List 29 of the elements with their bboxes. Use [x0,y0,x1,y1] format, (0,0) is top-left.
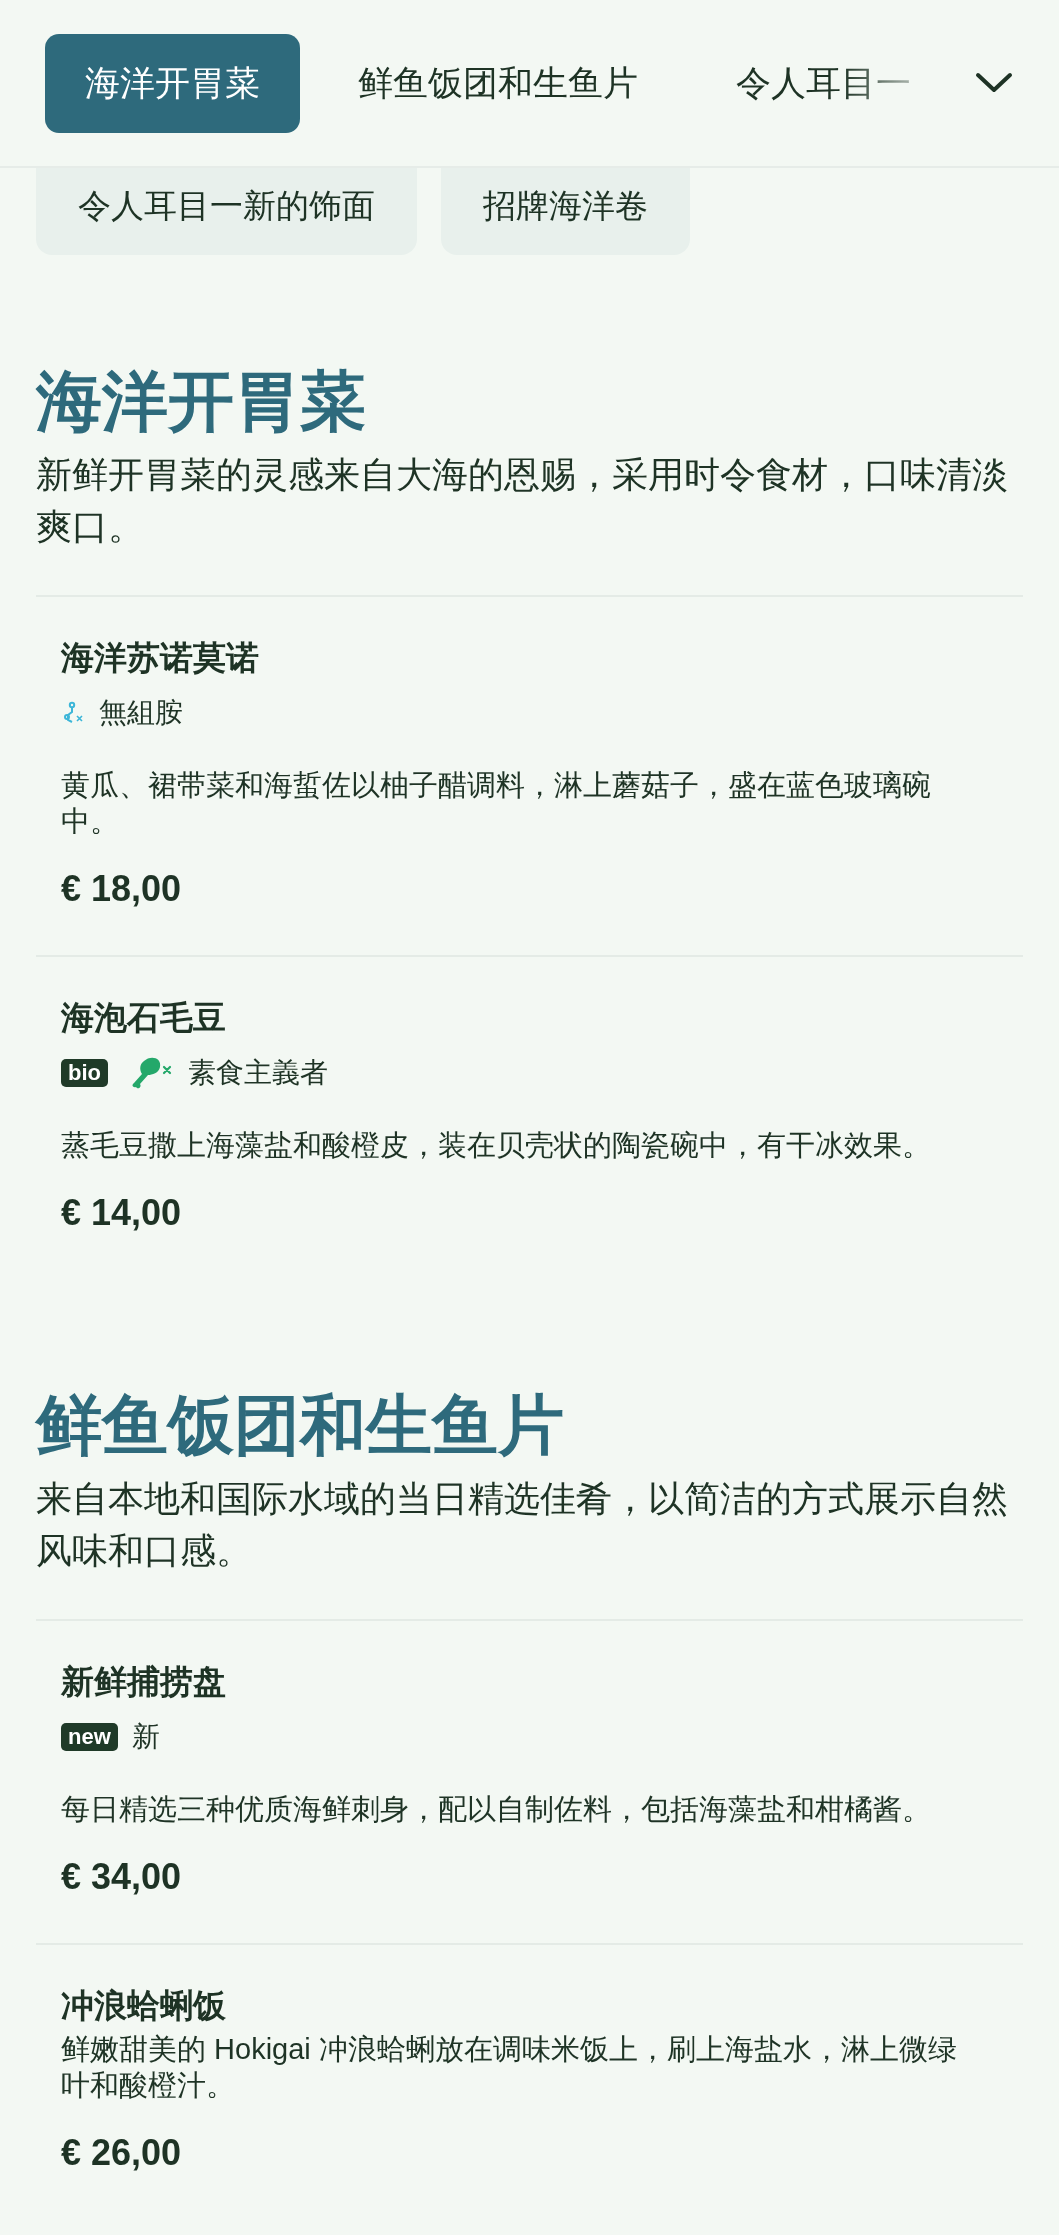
dish-description: 蒸毛豆撒上海藻盐和酸橙皮，装在贝壳状的陶瓷碗中，有干冰效果。 [61,1128,932,1163]
dish-price: € 14,00 [61,1191,183,1235]
category-chip[interactable]: 招牌海洋卷 [441,168,690,255]
section-description: 来自本地和国际水域的当日精选佳肴，以简洁的方式展示自然风味和口感。 [36,1473,1023,1621]
dish-tag: 新 [131,1719,160,1755]
dish-name: 海洋苏诺莫诺 [61,638,260,678]
dish-description: 鲜嫩甜美的 Hokigai 冲浪蛤蜊放在调味米饭上，刷上海盐水，淋上微绿叶和酸橙汁。 [61,2032,958,2103]
drumstick-crossed-icon [130,1055,174,1091]
dish-name: 新鲜捕捞盘 [61,1662,227,1702]
dish-price: € 34,00 [61,1855,183,1899]
category-chip[interactable]: 令人耳目一新的饰面 [36,168,417,255]
histamine-free-icon [61,701,85,725]
dish-badge: new [61,1723,118,1751]
dish-tag: 素食主義者 [188,1055,328,1091]
dish-price: € 26,00 [61,2131,183,2175]
dish-price: € 18,00 [61,867,183,911]
dish-name: 冲浪蛤蜊饭 [61,1986,227,2026]
dish-name: 海泡石毛豆 [61,998,227,1038]
category-tab[interactable]: 鲜鱼饭团和生鱼片 [318,33,678,133]
section-description: 新鲜开胃菜的灵感来自大海的恩赐，采用时令食材，口味清淡爽口。 [36,449,1023,597]
category-tab[interactable]: 令人耳目一 [696,33,921,133]
section-title: 海洋开胃菜 [36,363,367,440]
dish-description: 每日精选三种优质海鲜刺身，配以自制佐料，包括海藻盐和柑橘酱。 [61,1792,932,1827]
dish-tag: 無組胺 [99,695,183,731]
chevron-down-icon[interactable] [974,71,1014,95]
dish-description: 黄瓜、裙带菜和海蜇佐以柚子醋调料，淋上蘑菇子，盛在蓝色玻璃碗中。 [61,768,932,839]
section-title: 鲜鱼饭团和生鱼片 [36,1387,565,1464]
category-tab[interactable]: 海洋开胃菜 [45,33,300,133]
dish-badge: bio [61,1059,108,1087]
